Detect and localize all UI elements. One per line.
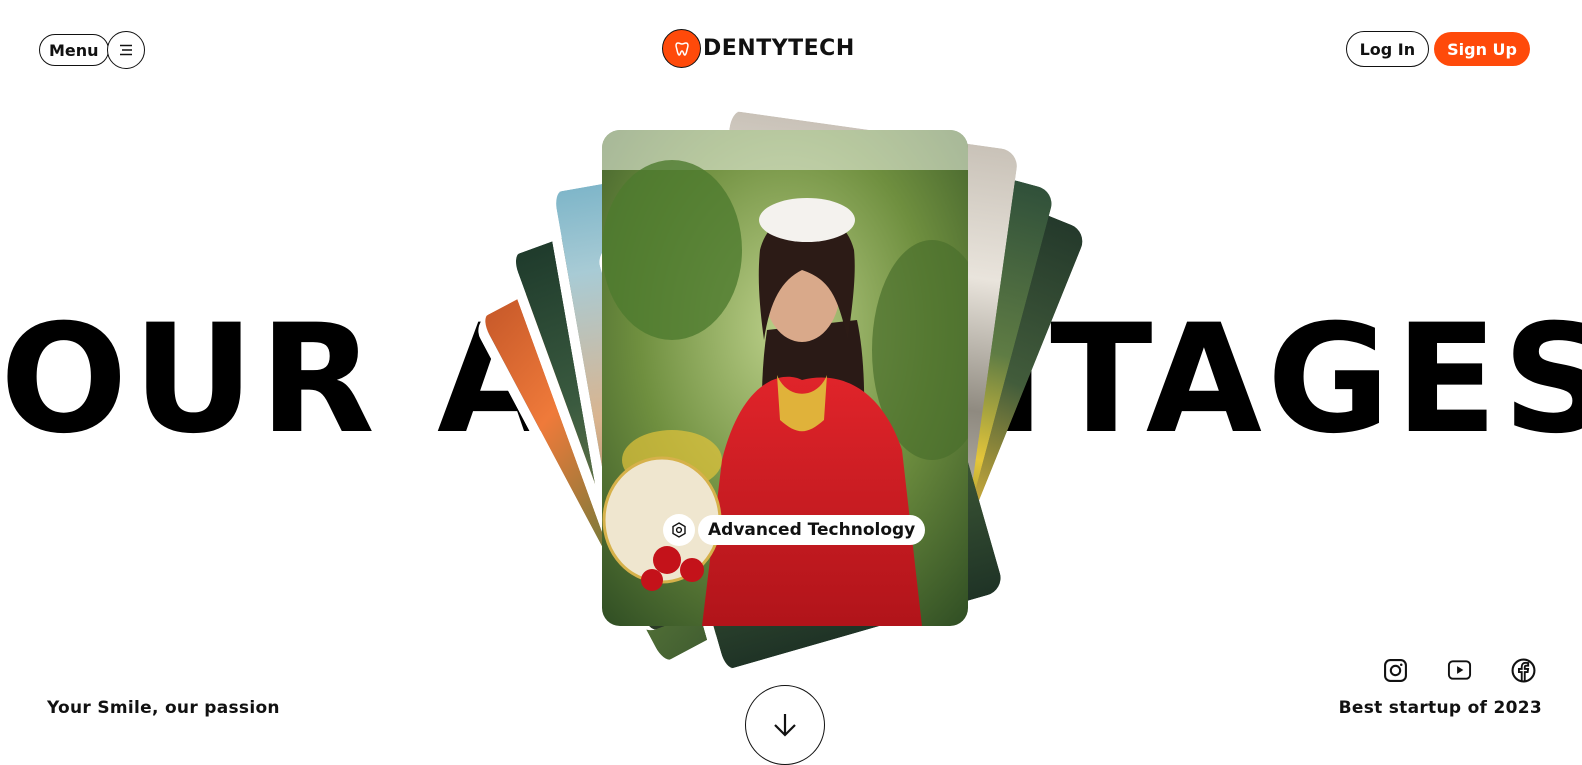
youtube-link[interactable]	[1447, 656, 1472, 684]
card-tag: Advanced Technology	[663, 514, 926, 546]
scroll-down-button[interactable]	[745, 685, 825, 765]
facebook-icon	[1511, 658, 1536, 682]
instagram-icon	[1384, 658, 1407, 682]
tagline: Your Smile, our passion	[47, 698, 280, 718]
brand-link[interactable]: DENTYTECH	[662, 29, 855, 68]
featured-photo-card[interactable]: Advanced Technology	[602, 130, 968, 626]
brand-name: DENTYTECH	[703, 36, 855, 61]
tag-icon-badge	[663, 514, 695, 546]
signup-button[interactable]: Sign Up	[1434, 32, 1530, 66]
card-tag-label: Advanced Technology	[698, 515, 926, 545]
tooth-icon	[674, 41, 689, 56]
award-text: Best startup of 2023	[1338, 698, 1542, 718]
auth-buttons: Log In Sign Up	[1345, 31, 1530, 67]
facebook-link[interactable]	[1511, 656, 1536, 684]
menu-group: Menu	[39, 31, 145, 69]
site-header: Menu DENTYTECH Log In Sign Up	[0, 0, 1582, 100]
arrow-down-icon	[774, 714, 796, 737]
brand-logo	[662, 29, 701, 68]
gear-hex-icon	[672, 522, 686, 538]
portrait-photo	[602, 130, 968, 626]
instagram-link[interactable]	[1383, 656, 1408, 684]
menu-toggle-button[interactable]	[106, 31, 145, 69]
youtube-icon	[1447, 660, 1472, 680]
menu-button[interactable]: Menu	[39, 34, 109, 66]
menu-lines-icon	[119, 44, 132, 56]
social-links	[1383, 656, 1536, 684]
login-button[interactable]: Log In	[1345, 31, 1430, 67]
